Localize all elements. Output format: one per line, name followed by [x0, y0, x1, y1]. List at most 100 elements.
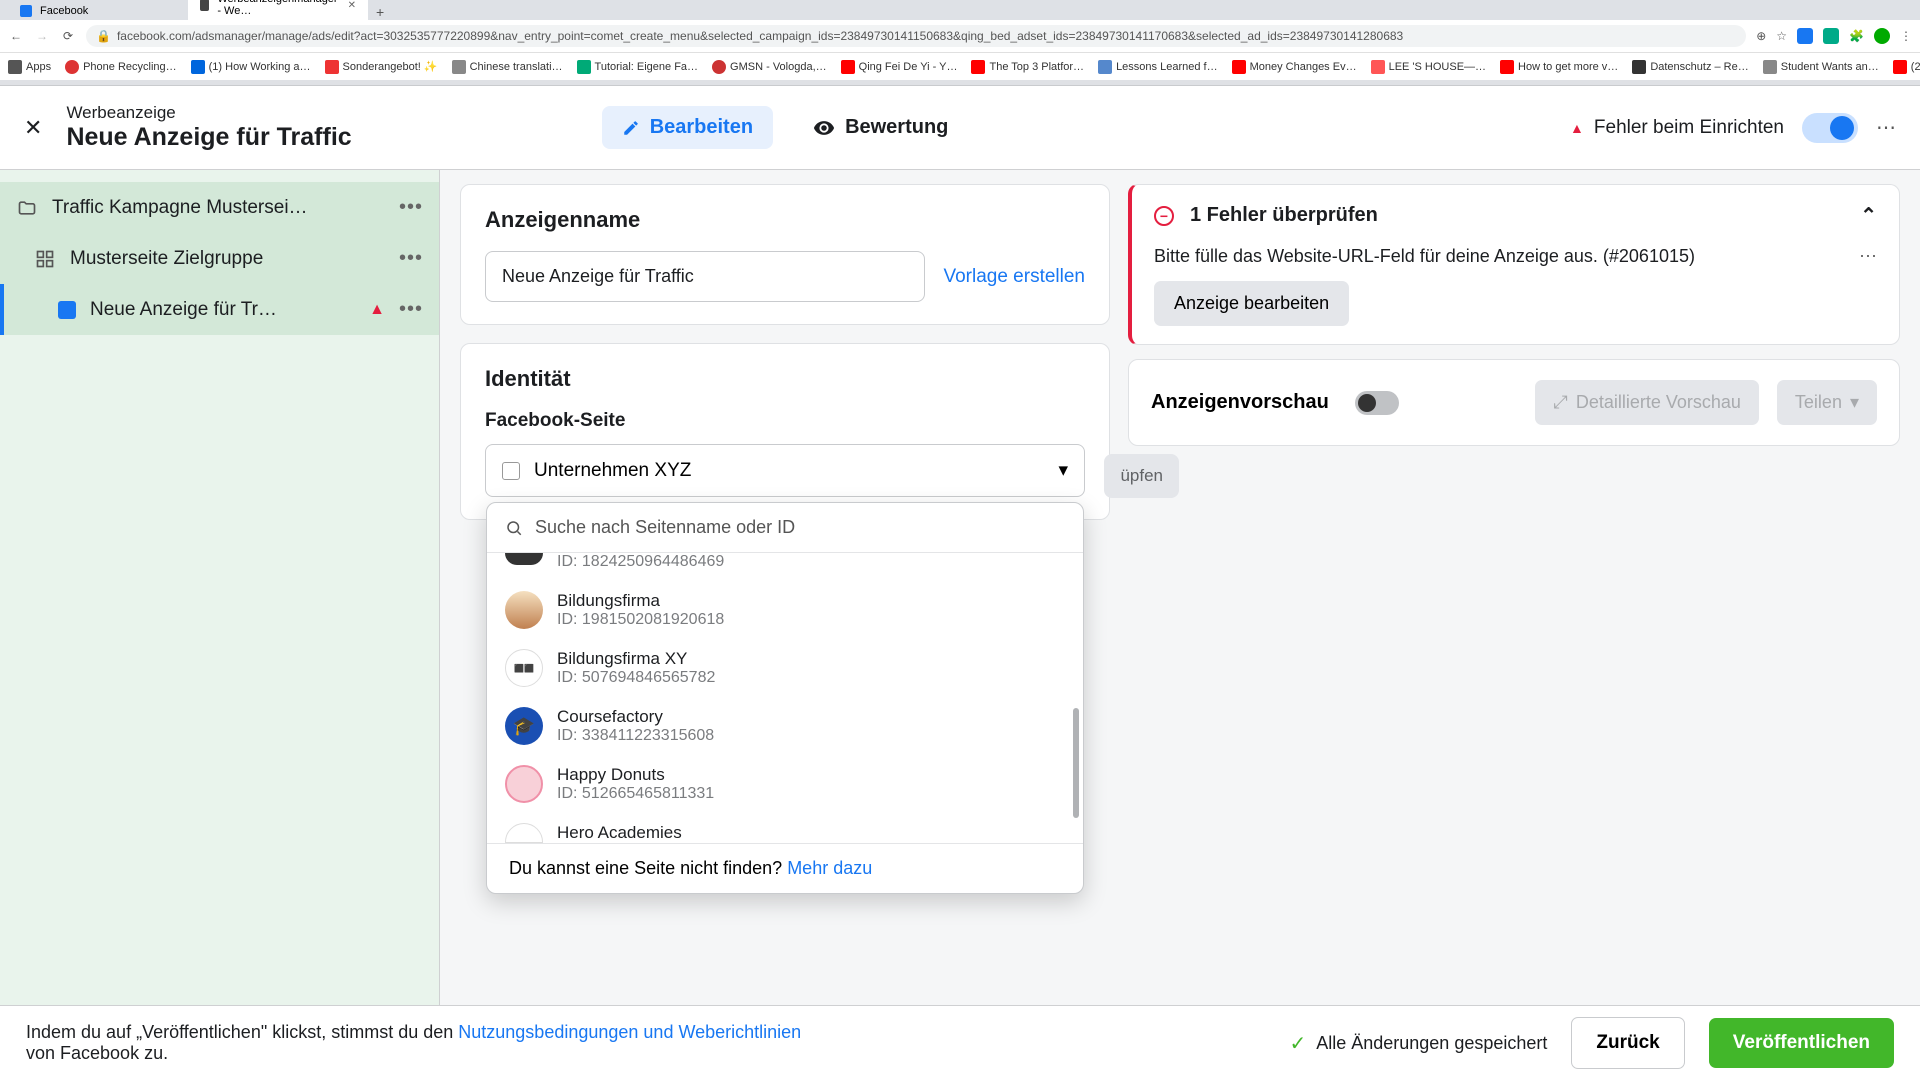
bookmark-item[interactable]: Datenschutz – Re…: [1632, 60, 1748, 74]
learn-more-link[interactable]: Mehr dazu: [787, 858, 872, 878]
edit-ad-button[interactable]: Anzeige bearbeiten: [1154, 281, 1349, 326]
sidebar-item-ad[interactable]: Neue Anzeige für Tr… ▲ •••: [0, 284, 439, 335]
more-icon[interactable]: •••: [399, 247, 423, 270]
page-avatar: [505, 765, 543, 803]
star-icon[interactable]: ☆: [1776, 29, 1787, 43]
page-name: Coursefactory: [557, 707, 714, 727]
tab-title: Werbeanzeigenmanager - We…: [217, 0, 339, 17]
page-dropdown: Suche nach Seitenname oder ID ID: 182425…: [486, 502, 1084, 894]
apps-button[interactable]: Apps: [8, 60, 51, 74]
tab-review[interactable]: Bewertung: [793, 106, 968, 149]
browser-chrome: Facebook Werbeanzeigenmanager - We… ✕ + …: [0, 0, 1920, 86]
bookmark-item[interactable]: The Top 3 Platfor…: [971, 60, 1084, 74]
youtube-favicon: [1500, 60, 1514, 74]
bookmark-item[interactable]: Phone Recycling…: [65, 60, 177, 74]
page-id: ID: 1981502081920618: [557, 611, 724, 629]
bookmark-item[interactable]: Tutorial: Eigene Fa…: [577, 60, 699, 74]
page-option[interactable]: ID: 1824250964486469: [487, 553, 1083, 581]
caret-down-icon: ▾: [1850, 392, 1859, 413]
page-option[interactable]: ⬛⬛ Bildungsfirma XYID: 507694846565782: [487, 639, 1083, 697]
close-icon[interactable]: ✕: [348, 0, 356, 11]
bookmark-item[interactable]: How to get more v…: [1500, 60, 1618, 74]
zoom-icon[interactable]: ⊕: [1756, 29, 1766, 43]
footer-bar: Indem du auf „Veröffentlichen" klickst, …: [0, 1005, 1920, 1080]
link-button-partial[interactable]: üpfen: [1104, 454, 1179, 498]
more-icon[interactable]: •••: [399, 298, 423, 321]
share-button[interactable]: Teilen ▾: [1777, 380, 1877, 425]
scrollbar[interactable]: [1073, 708, 1079, 818]
terms-link[interactable]: Nutzungsbedingungen und Weberichtlinien: [458, 1022, 801, 1042]
page-option[interactable]: Hero Academies: [487, 813, 1083, 843]
more-icon[interactable]: ⋯: [1859, 246, 1877, 267]
left-column: Anzeigenname Vorlage erstellen Identität…: [460, 184, 1110, 991]
extension-icon[interactable]: [1797, 28, 1813, 44]
page-avatar: ⬛⬛: [505, 649, 543, 687]
detailed-preview-button[interactable]: ⤢ Detaillierte Vorschau: [1535, 380, 1759, 425]
main-area: Traffic Kampagne Mustersei… ••• Musterse…: [0, 170, 1920, 1005]
chevron-up-icon[interactable]: ⌃: [1860, 203, 1877, 228]
warning-icon: ▲: [369, 301, 385, 319]
sidebar-item-adset[interactable]: Musterseite Zielgruppe •••: [0, 233, 439, 284]
ad-icon: [58, 301, 76, 319]
preview-title: Anzeigenvorschau: [1151, 391, 1329, 414]
publish-button[interactable]: Veröffentlichen: [1709, 1018, 1894, 1068]
bookmark-item[interactable]: Qing Fei De Yi - Y…: [841, 60, 958, 74]
button-label: Teilen: [1795, 392, 1842, 413]
forward-icon: →: [34, 29, 50, 43]
new-tab-button[interactable]: +: [368, 4, 392, 20]
header-tabs: Bearbeiten Bewertung: [602, 106, 969, 149]
back-button[interactable]: Zurück: [1571, 1017, 1684, 1069]
youtube-favicon: [1232, 60, 1246, 74]
avatar-icon[interactable]: [1874, 28, 1890, 44]
setup-error-badge[interactable]: ▲ Fehler beim Einrichten: [1570, 117, 1784, 139]
close-button[interactable]: ✕: [24, 115, 42, 141]
lock-icon: 🔒: [96, 29, 111, 43]
more-icon[interactable]: •••: [399, 196, 423, 219]
preview-toggle[interactable]: [1355, 391, 1399, 415]
reload-icon[interactable]: ⟳: [60, 29, 76, 43]
right-column: − 1 Fehler überprüfen ⌃ Bitte fülle das …: [1128, 184, 1900, 991]
bookmark-item[interactable]: Chinese translati…: [452, 60, 563, 74]
dropdown-search[interactable]: Suche nach Seitenname oder ID: [487, 503, 1083, 553]
saved-status: ✓ Alle Änderungen gespeichert: [1289, 1031, 1547, 1056]
error-header[interactable]: − 1 Fehler überprüfen ⌃: [1154, 203, 1877, 228]
more-menu-icon[interactable]: ⋯: [1876, 115, 1896, 140]
page-option[interactable]: BildungsfirmaID: 1981502081920618: [487, 581, 1083, 639]
page-option[interactable]: Happy DonutsID: 512665465811331: [487, 755, 1083, 813]
sidebar-item-campaign[interactable]: Traffic Kampagne Mustersei… •••: [0, 182, 439, 233]
youtube-favicon: [971, 60, 985, 74]
bookmark-item[interactable]: (1) How Working a…: [191, 60, 311, 74]
footer-text: Du kannst eine Seite nicht finden?: [509, 858, 787, 878]
extension-icon[interactable]: [1823, 28, 1839, 44]
bookmark-item[interactable]: Money Changes Ev…: [1232, 60, 1357, 74]
bookmark-item[interactable]: Sonderangebot! ✨: [325, 60, 438, 74]
create-template-link[interactable]: Vorlage erstellen: [943, 266, 1085, 288]
bookmark-item[interactable]: GMSN - Vologda,…: [712, 60, 827, 74]
facebook-page-select[interactable]: Unternehmen XYZ ▾ Suche nach Seitenname …: [485, 444, 1085, 497]
ad-name-input[interactable]: [485, 251, 925, 302]
browser-tab-active[interactable]: Werbeanzeigenmanager - We… ✕: [188, 0, 368, 20]
page-name: Bildungsfirma: [557, 591, 724, 611]
browser-tab[interactable]: Facebook: [8, 2, 188, 20]
tab-edit[interactable]: Bearbeiten: [602, 106, 773, 149]
error-icon: −: [1154, 206, 1174, 226]
tab-label: Bewertung: [845, 116, 948, 139]
caret-down-icon: ▾: [1058, 459, 1068, 482]
page-option[interactable]: 🎓 CoursefactoryID: 338411223315608: [487, 697, 1083, 755]
bookmark-item[interactable]: (2) How To Add A…: [1893, 60, 1920, 74]
adset-icon: [34, 248, 56, 270]
preview-card: Anzeigenvorschau ⤢ Detaillierte Vorschau…: [1128, 359, 1900, 446]
page-name: Happy Donuts: [557, 765, 714, 785]
bookmark-item[interactable]: Student Wants an…: [1763, 60, 1879, 74]
back-icon[interactable]: ←: [8, 29, 24, 43]
puzzle-icon[interactable]: 🧩: [1849, 29, 1864, 43]
url-field[interactable]: 🔒 facebook.com/adsmanager/manage/ads/edi…: [86, 25, 1746, 47]
bookmark-item[interactable]: Lessons Learned f…: [1098, 60, 1218, 74]
header-toggle[interactable]: [1802, 113, 1858, 143]
menu-icon[interactable]: ⋮: [1900, 29, 1912, 43]
title-block: Werbeanzeige Neue Anzeige für Traffic: [66, 103, 351, 152]
header-kicker: Werbeanzeige: [66, 103, 351, 123]
header-title: Neue Anzeige für Traffic: [66, 123, 351, 152]
identity-card: Identität Facebook-Seite Unternehmen XYZ…: [460, 343, 1110, 520]
bookmark-item[interactable]: LEE 'S HOUSE—…: [1371, 60, 1486, 74]
